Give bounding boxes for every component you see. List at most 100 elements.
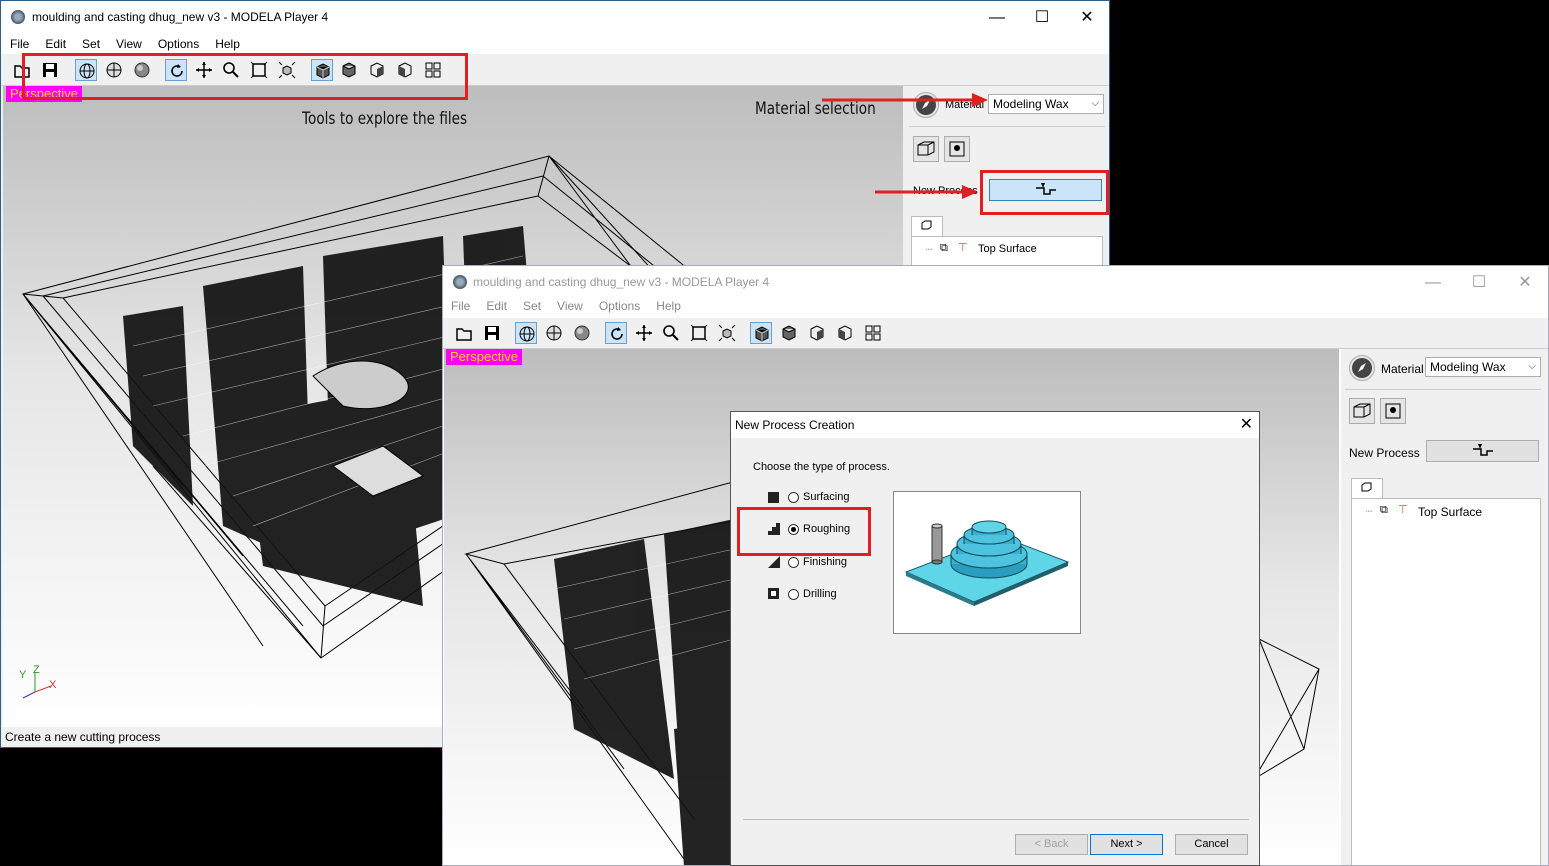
surfacing-icon <box>768 492 779 503</box>
minimize-button[interactable]: — <box>974 1 1020 34</box>
new-process-dialog: New Process Creation ✕ Choose the type o… <box>730 411 1260 866</box>
tree-item-top-surface[interactable]: Top Surface <box>978 243 1037 255</box>
menu-set[interactable]: Set <box>515 296 549 316</box>
surfacing-radio[interactable] <box>788 492 799 503</box>
compass-icon[interactable] <box>1349 355 1375 381</box>
front-titlebar: moulding and casting dhug_new v3 - MODEL… <box>443 266 1548 299</box>
dialog-separator <box>743 819 1249 820</box>
menu-bar: File Edit Set View Options Help <box>443 296 1548 316</box>
menu-bar: File Edit Set View Options Help <box>1 34 1109 54</box>
close-button[interactable]: ✕ <box>1064 1 1109 34</box>
chevron-down-icon: ⌵ <box>1528 361 1536 372</box>
menu-view[interactable]: View <box>549 296 591 316</box>
menu-edit[interactable]: Edit <box>478 296 515 316</box>
next-button[interactable]: Next > <box>1090 834 1163 855</box>
process-panel: Material Modeling Wax ⌵ New Process ┈ ⧉ ⊤… <box>1341 349 1548 865</box>
mesh-view-icon[interactable] <box>543 322 565 344</box>
process-item-icon: ⧉ <box>940 242 948 254</box>
new-process-label: New Process <box>1349 446 1420 460</box>
highlight-new-process <box>980 170 1109 215</box>
material-label: Material <box>945 99 985 111</box>
roughing-preview-image <box>904 520 1070 606</box>
close-button[interactable]: ✕ <box>1502 266 1548 299</box>
model-setup-icon[interactable] <box>1380 398 1406 424</box>
tool-icon: ⊤ <box>1398 504 1408 516</box>
back-titlebar: moulding and casting dhug_new v3 - MODEL… <box>1 1 1109 34</box>
app-icon <box>11 10 25 24</box>
menu-help[interactable]: Help <box>207 34 248 54</box>
back-button[interactable]: < Back <box>1015 834 1088 855</box>
axis-y-label: Y <box>19 669 27 681</box>
model-setup-icon[interactable] <box>944 136 970 162</box>
fit-view-icon[interactable] <box>688 322 710 344</box>
window-title: moulding and casting dhug_new v3 - MODEL… <box>473 275 770 289</box>
finishing-label[interactable]: Finishing <box>803 556 847 568</box>
tree-branch-line: ┈ <box>926 244 933 256</box>
new-process-button[interactable] <box>1426 440 1539 462</box>
drilling-label[interactable]: Drilling <box>803 588 837 600</box>
wireframe-view-icon[interactable] <box>515 322 537 344</box>
menu-help[interactable]: Help <box>648 296 689 316</box>
maximize-button[interactable]: ☐ <box>1019 1 1065 34</box>
menu-file[interactable]: File <box>443 296 478 316</box>
process-tab[interactable] <box>911 216 943 236</box>
stock-setup-icon[interactable] <box>1349 398 1375 424</box>
annotation-material: Material selection <box>755 99 876 119</box>
maximize-button[interactable]: ☐ <box>1456 266 1502 299</box>
highlight-toolbar <box>22 53 468 100</box>
side-view-icon[interactable] <box>806 322 828 344</box>
material-value: Modeling Wax <box>1430 360 1506 374</box>
menu-options[interactable]: Options <box>591 296 648 316</box>
material-select[interactable]: Modeling Wax ⌵ <box>1425 357 1541 377</box>
rotate-icon[interactable] <box>605 322 627 344</box>
finishing-icon <box>768 556 780 568</box>
process-tree: ┈ ⧉ ⊤ Top Surface <box>1351 498 1541 865</box>
app-icon <box>453 275 467 289</box>
surfacing-label[interactable]: Surfacing <box>803 491 849 503</box>
roughing-step-icon <box>1472 444 1493 456</box>
tool-icon: ⊤ <box>958 242 968 254</box>
tree-branch-line: ┈ <box>1366 506 1373 518</box>
save-icon[interactable] <box>481 322 503 344</box>
divider <box>909 126 1105 127</box>
iso-view-icon[interactable] <box>750 322 772 344</box>
pan-icon[interactable] <box>633 322 655 344</box>
drilling-radio[interactable] <box>788 589 799 600</box>
dialog-title: New Process Creation ✕ <box>731 412 1259 438</box>
zoom-icon[interactable] <box>660 322 682 344</box>
material-select[interactable]: Modeling Wax ⌵ <box>988 94 1104 114</box>
finishing-radio[interactable] <box>788 557 799 568</box>
dialog-close-button[interactable]: ✕ <box>1240 412 1253 438</box>
process-tab[interactable] <box>1351 478 1383 498</box>
cancel-button[interactable]: Cancel <box>1175 834 1248 855</box>
shaded-view-icon[interactable] <box>571 322 593 344</box>
menu-options[interactable]: Options <box>150 34 207 54</box>
menu-view[interactable]: View <box>108 34 150 54</box>
open-icon[interactable] <box>453 322 475 344</box>
compass-icon[interactable] <box>913 92 939 118</box>
fit-object-icon[interactable] <box>716 322 738 344</box>
material-value: Modeling Wax <box>993 97 1069 111</box>
top-view-icon[interactable] <box>834 322 856 344</box>
dialog-prompt: Choose the type of process. <box>753 461 890 473</box>
menu-set[interactable]: Set <box>74 34 108 54</box>
annotation-tools: Tools to explore the files <box>302 109 468 129</box>
minimize-button[interactable]: — <box>1410 266 1456 299</box>
menu-file[interactable]: File <box>1 34 37 54</box>
new-process-label: New Process <box>913 185 978 197</box>
window-title: moulding and casting dhug_new v3 - MODEL… <box>32 10 329 24</box>
tree-item-top-surface[interactable]: Top Surface <box>1418 505 1482 519</box>
process-preview <box>893 491 1081 634</box>
stock-setup-icon[interactable] <box>913 136 939 162</box>
dialog-title-text: New Process Creation <box>735 418 855 432</box>
highlight-roughing <box>737 507 871 556</box>
axis-x-label: X <box>49 679 57 691</box>
material-label: Material <box>1381 362 1424 376</box>
front-view-icon[interactable] <box>778 322 800 344</box>
multi-view-icon[interactable] <box>862 322 884 344</box>
process-item-icon: ⧉ <box>1380 504 1388 516</box>
menu-edit[interactable]: Edit <box>37 34 74 54</box>
divider <box>1345 389 1541 390</box>
toolbar <box>443 318 1548 349</box>
axis-z-label: Z <box>33 664 40 676</box>
